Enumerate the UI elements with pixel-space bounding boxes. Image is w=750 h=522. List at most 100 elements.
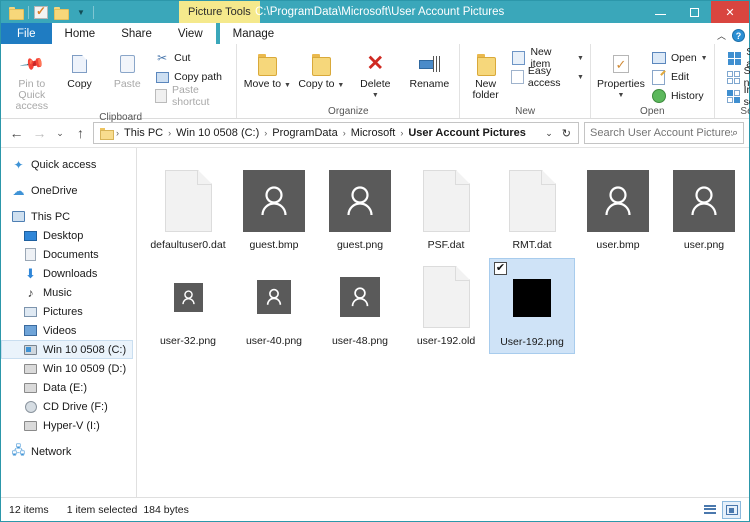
open-button[interactable]: Open ▼ <box>648 49 711 67</box>
user-avatar-icon <box>329 170 391 232</box>
paste-shortcut-button[interactable]: Paste shortcut <box>151 84 233 108</box>
chevron-down-icon[interactable]: ▼ <box>71 2 91 22</box>
invert-selection-icon <box>726 89 740 103</box>
delete-button[interactable]: ✕ Delete ▼ <box>348 47 402 101</box>
file-item[interactable]: user.bmp <box>575 162 661 258</box>
sidebar-item-onedrive[interactable]: ☁ OneDrive <box>1 181 136 200</box>
chevron-down-icon[interactable]: ⌄ <box>540 128 558 139</box>
search-icon[interactable]: ⌕ <box>732 127 738 140</box>
file-item[interactable]: guest.png <box>317 162 403 258</box>
sidebar-item-desktop[interactable]: Desktop <box>1 226 136 245</box>
copy-button[interactable]: Copy <box>56 47 104 90</box>
sidebar-label: Downloads <box>43 267 98 280</box>
easy-access-label: Easy access <box>527 65 561 89</box>
paste-button[interactable]: Paste <box>103 47 151 90</box>
ribbon-right-controls: ︿ ? <box>717 29 745 42</box>
tab-home[interactable]: Home <box>51 23 109 44</box>
file-item[interactable]: user-192.old <box>403 258 489 354</box>
chevron-up-icon[interactable]: ︿ <box>717 29 726 42</box>
sidebar-item-documents[interactable]: Documents <box>1 245 136 264</box>
sidebar-item-pictures[interactable]: Pictures <box>1 302 136 321</box>
sidebar-item-cd-drive-f[interactable]: CD Drive (F:) <box>1 397 136 416</box>
properties-button[interactable]: ✓ Properties ▼ <box>594 47 648 101</box>
pin-to-quick-access-button[interactable]: 📌 Pin to Quick access <box>8 47 56 112</box>
sidebar-item-downloads[interactable]: ⬇ Downloads <box>1 264 136 283</box>
history-button[interactable]: History <box>648 87 711 105</box>
refresh-icon[interactable]: ↻ <box>558 127 575 140</box>
file-name: user-32.png <box>159 335 217 347</box>
file-item[interactable]: user-32.png <box>145 258 231 354</box>
sidebar-item-videos[interactable]: Videos <box>1 321 136 340</box>
pictures-icon <box>23 306 38 317</box>
invert-selection-button[interactable]: Invert selection <box>724 84 750 108</box>
file-name: user-192.old <box>416 335 476 347</box>
file-name: PSF.dat <box>427 239 465 251</box>
new-folder-button[interactable]: New folder <box>463 47 508 101</box>
file-item[interactable]: defaultuser0.dat <box>145 162 231 258</box>
breadcrumb-item-user-account-pictures[interactable]: User Account Pictures <box>404 127 530 139</box>
breadcrumb[interactable]: › This PC › Win 10 0508 (C:) › ProgramDa… <box>93 122 579 144</box>
search-input[interactable] <box>590 127 732 139</box>
breadcrumb-item-microsoft[interactable]: Microsoft <box>347 127 400 139</box>
tab-manage[interactable]: Manage <box>219 23 288 44</box>
easy-access-button[interactable]: Easy access ▼ <box>508 65 587 89</box>
sidebar-item-hyper-v-i[interactable]: Hyper-V (I:) <box>1 416 136 435</box>
tab-file[interactable]: File <box>1 23 52 44</box>
file-item[interactable]: user.png <box>661 162 747 258</box>
selection-checkbox[interactable]: ✔ <box>494 262 507 275</box>
chevron-down-icon[interactable]: ▼ <box>577 55 584 62</box>
file-item[interactable]: user-40.png <box>231 258 317 354</box>
file-item[interactable]: PSF.dat <box>403 162 489 258</box>
selection-size-label: 184 bytes <box>143 503 189 516</box>
breadcrumb-item-this-pc[interactable]: This PC <box>120 127 167 139</box>
file-item[interactable]: user-48.png <box>317 258 403 354</box>
sidebar-item-data-e[interactable]: Data (E:) <box>1 378 136 397</box>
maximize-button[interactable] <box>677 1 711 23</box>
copy-to-button[interactable]: Copy to ▼ <box>294 47 348 91</box>
cd-drive-icon <box>23 400 38 413</box>
breadcrumb-item-win-10-0508-c[interactable]: Win 10 0508 (C:) <box>172 127 263 139</box>
file-item[interactable]: guest.bmp <box>231 162 317 258</box>
recent-locations-button[interactable]: ⌄ <box>52 122 68 144</box>
chevron-down-icon[interactable]: ▼ <box>337 82 344 89</box>
file-item-selected[interactable]: ✔ User-192.png <box>489 258 575 354</box>
file-name: guest.bmp <box>249 239 299 251</box>
sidebar-item-win-10-0509-d[interactable]: Win 10 0509 (D:) <box>1 359 136 378</box>
details-view-icon[interactable] <box>700 501 719 519</box>
file-name: defaultuser0.dat <box>150 239 226 251</box>
sidebar-item-this-pc[interactable]: This PC <box>1 207 136 226</box>
chevron-down-icon[interactable]: ▼ <box>372 90 379 101</box>
sidebar-item-music[interactable]: ♪ Music <box>1 283 136 302</box>
chevron-down-icon[interactable]: ▼ <box>701 55 708 62</box>
explorer-menu-icon[interactable] <box>6 2 26 22</box>
sidebar-item-quick-access[interactable]: ✦ Quick access <box>1 155 136 174</box>
edit-button[interactable]: Edit <box>648 68 711 86</box>
chevron-down-icon[interactable]: ▼ <box>284 82 291 89</box>
delete-icon: ✕ <box>366 52 385 75</box>
back-button[interactable]: ← <box>6 122 27 144</box>
new-folder-qat-icon[interactable] <box>51 2 71 22</box>
up-button[interactable]: ↑ <box>70 122 91 144</box>
chevron-down-icon[interactable]: ▼ <box>618 90 625 101</box>
chevron-down-icon[interactable]: ▼ <box>577 74 584 81</box>
sidebar-item-network[interactable]: 🖧 Network <box>1 442 136 461</box>
large-icons-view-icon[interactable] <box>722 500 741 519</box>
checkbox-icon[interactable] <box>31 2 51 22</box>
tab-share[interactable]: Share <box>108 23 165 44</box>
tab-view[interactable]: View <box>164 23 216 44</box>
forward-button[interactable]: → <box>29 122 50 144</box>
file-list-view[interactable]: defaultuser0.dat guest.bmp guest.png PSF… <box>137 148 749 497</box>
minimize-button[interactable] <box>643 1 677 23</box>
close-button[interactable]: ✕ <box>711 1 749 23</box>
rename-button[interactable]: Rename <box>402 47 456 90</box>
cut-button[interactable]: ✂ Cut <box>151 49 233 67</box>
move-to-button[interactable]: Move to ▼ <box>240 47 294 91</box>
file-item[interactable]: RMT.dat <box>489 162 575 258</box>
open-small-buttons: Open ▼ Edit History <box>648 47 711 105</box>
new-folder-icon <box>476 49 496 79</box>
help-icon[interactable]: ? <box>732 29 745 42</box>
black-image-thumbnail <box>513 279 551 317</box>
search-box[interactable]: ⌕ <box>584 122 744 144</box>
breadcrumb-item-programdata[interactable]: ProgramData <box>268 127 341 139</box>
sidebar-item-win-10-0508-c[interactable]: Win 10 0508 (C:) <box>1 340 133 359</box>
